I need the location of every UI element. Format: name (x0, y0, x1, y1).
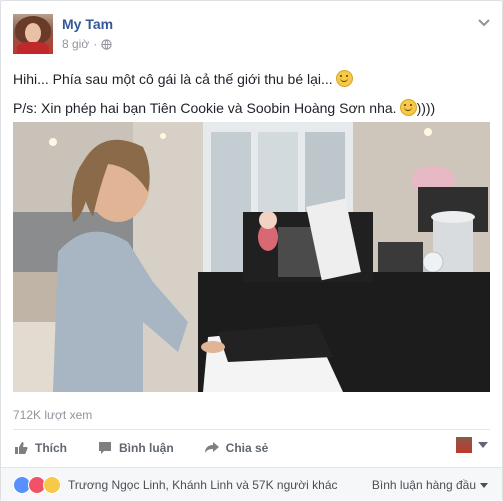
share-label: Chia sẻ (225, 441, 269, 455)
comment-button[interactable]: Bình luận (97, 440, 174, 456)
comment-sort-label: Bình luận hàng đầu (371, 478, 476, 492)
smile-emoji-icon (399, 99, 417, 116)
post-time[interactable]: 8 giờ (62, 37, 89, 51)
comment-icon (99, 442, 111, 454)
post-meta: 8 giờ · (62, 37, 112, 51)
action-bar: Thích Bình luận Chia sẻ (13, 433, 298, 463)
post-text-line1: Hihi... Phía sau một cô gái là cả thế gi… (13, 71, 333, 87)
like-icon (15, 442, 28, 454)
globe-icon (101, 38, 112, 50)
video-frame (13, 122, 490, 392)
reactions-summary[interactable]: Trương Ngọc Linh, Khánh Linh và 57K ngườ… (68, 478, 338, 492)
share-button[interactable]: Chia sẻ (204, 440, 269, 456)
smile-emoji-icon (335, 70, 353, 87)
post-text-line2: P/s: Xin phép hai bạn Tiên Cookie và Soo… (13, 100, 397, 116)
chevron-down-icon (478, 442, 488, 448)
author-name[interactable]: My Tam (62, 16, 113, 32)
post-text: Hihi... Phía sau một cô gái là cả thế gi… (13, 69, 493, 127)
comment-sort-dropdown[interactable]: Bình luận hàng đầu (372, 478, 488, 492)
like-label: Thích (35, 441, 67, 455)
video-player[interactable] (13, 122, 490, 392)
avatar (456, 437, 472, 453)
divider (13, 429, 490, 430)
chevron-down-icon[interactable] (478, 19, 490, 27)
share-icon (204, 442, 219, 453)
like-button[interactable]: Thích (13, 440, 67, 456)
post-card: My Tam 8 giờ · Hihi... Phía sau một cô g… (0, 0, 503, 501)
author-avatar[interactable] (13, 14, 53, 54)
post-as-selector[interactable] (456, 437, 488, 453)
comment-label: Bình luận (119, 441, 174, 455)
haha-reaction-icon (43, 476, 61, 494)
reactions-bar: Trương Ngọc Linh, Khánh Linh và 57K ngườ… (1, 467, 502, 501)
reaction-icons[interactable] (13, 476, 61, 494)
video-views[interactable]: 712K lượt xem (13, 408, 92, 422)
chevron-down-icon (480, 482, 488, 488)
post-text-line2-suffix: )))) (416, 100, 436, 116)
